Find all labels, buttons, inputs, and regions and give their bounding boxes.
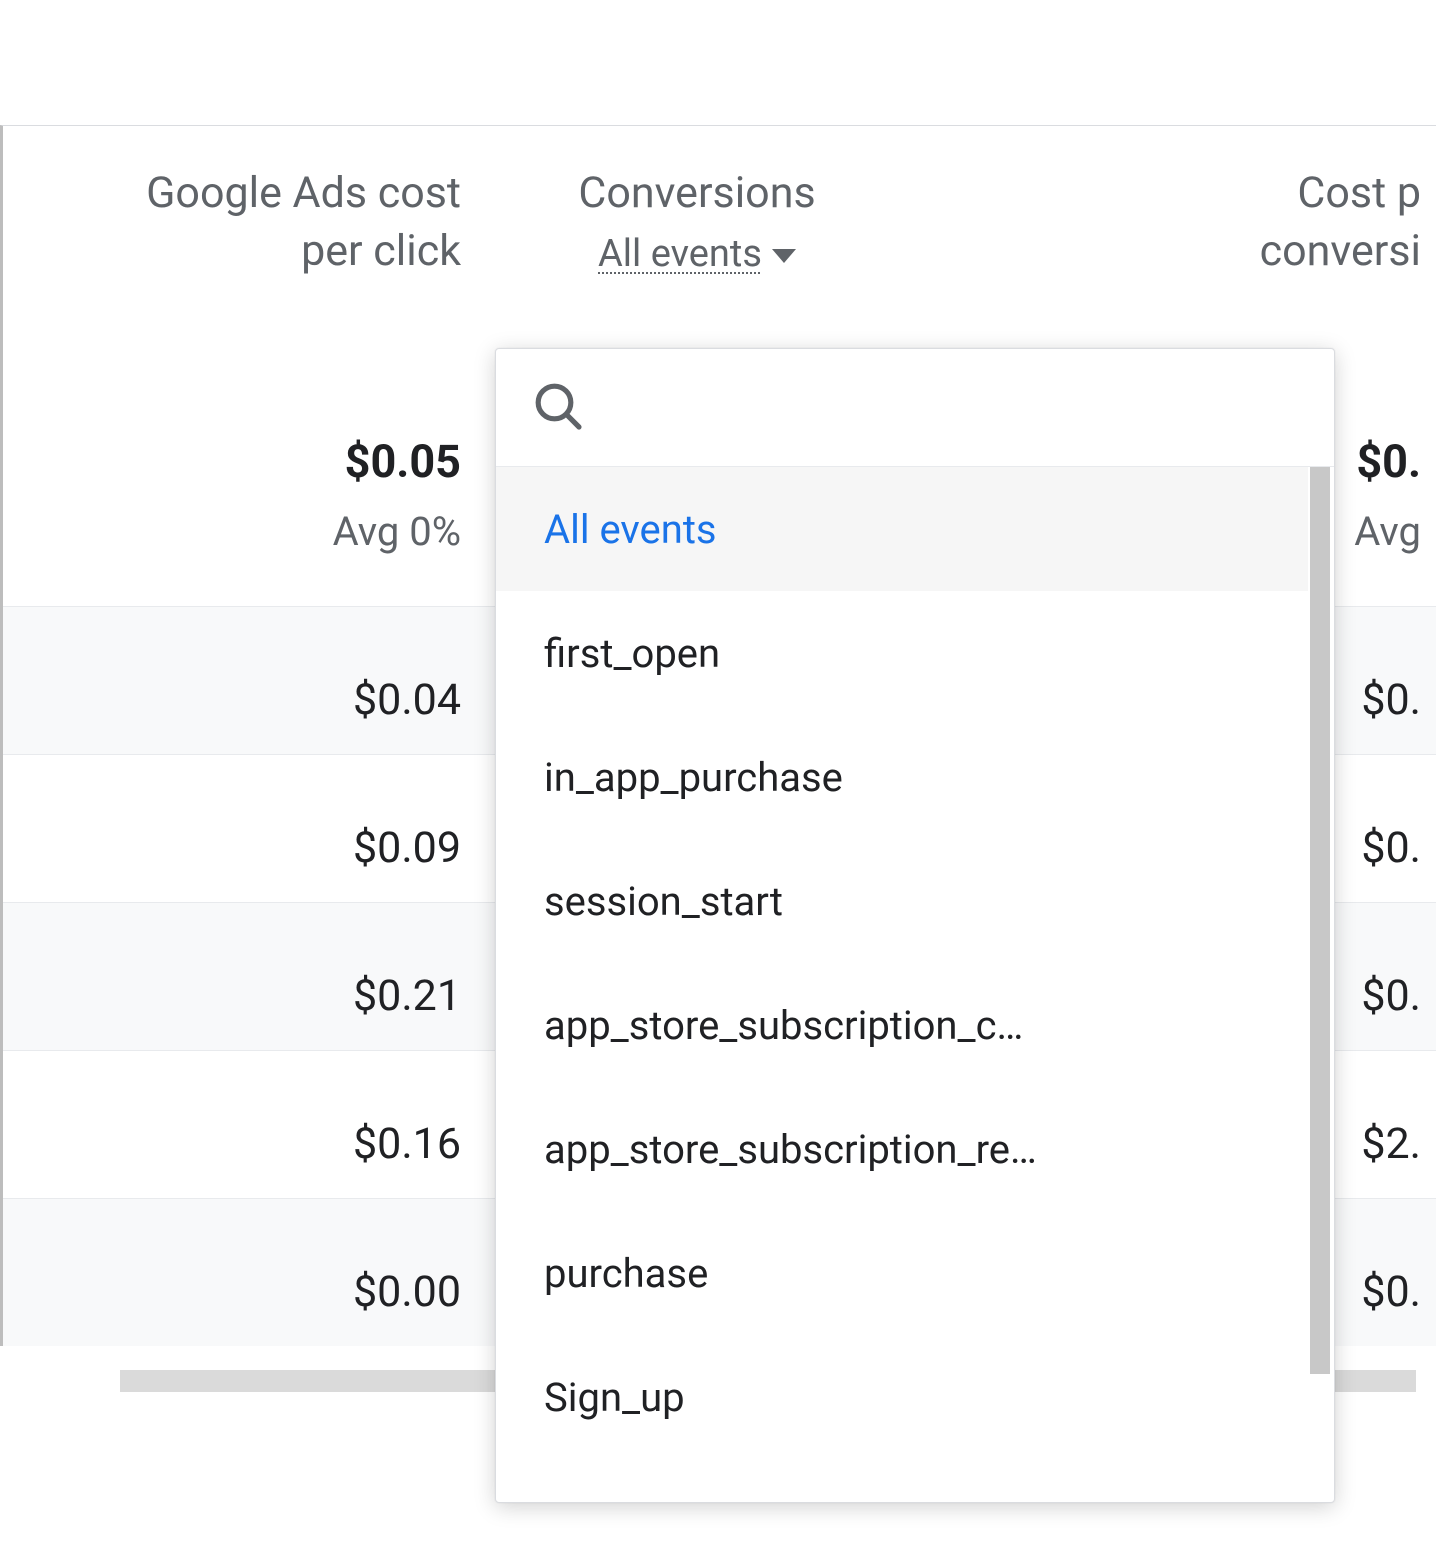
search-icon: [530, 378, 586, 438]
cell-cost-per-click: $0.09: [3, 785, 473, 873]
dropdown-option[interactable]: app_store_subscription_c…: [496, 963, 1308, 1087]
chevron-down-icon: [772, 249, 796, 263]
dropdown-scrollbar-track[interactable]: [1310, 467, 1330, 1498]
summary-value: $0.: [1356, 435, 1421, 488]
dropdown-option[interactable]: first_open: [496, 591, 1308, 715]
dropdown-option-label: first_open: [544, 630, 720, 677]
col-header-cost-per-conversion[interactable]: Cost p conversi: [933, 126, 1433, 346]
col-header-conversions[interactable]: Conversions All events: [473, 126, 933, 346]
col-header-label: Google Ads cost: [3, 164, 461, 222]
dropdown-option[interactable]: Sign_up: [496, 1335, 1308, 1459]
dropdown-option-label: app_store_subscription_c…: [544, 1002, 1023, 1049]
summary-sub: Avg 0%: [333, 508, 461, 555]
dropdown-option-label: All events: [544, 506, 717, 553]
dropdown-option[interactable]: session_start: [496, 839, 1308, 963]
dropdown-search-input[interactable]: [610, 386, 1300, 429]
dropdown-option-label: purchase: [544, 1250, 708, 1297]
dropdown-option[interactable]: app_store_subscription_re…: [496, 1087, 1308, 1211]
conversions-filter-dropdown: All events first_open in_app_purchasesessi…: [495, 348, 1335, 1503]
col-header-cost-per-click[interactable]: Google Ads cost per click: [3, 126, 473, 346]
dropdown-search-row: [496, 349, 1334, 467]
cell-cost-per-click: $0.00: [3, 1229, 473, 1317]
dropdown-options-container: All events first_open in_app_purchasesessi…: [496, 467, 1334, 1502]
dropdown-option[interactable]: All events: [496, 467, 1308, 591]
col-header-label: Cost p: [1253, 164, 1421, 222]
summary-cell-cost-per-click: $0.05 Avg 0%: [3, 346, 473, 606]
table-header-row: Google Ads cost per click Conversions Al…: [3, 126, 1436, 346]
dropdown-option[interactable]: in_app_purchase: [496, 715, 1308, 839]
dropdown-option[interactable]: purchase: [496, 1211, 1308, 1335]
summary-value: $0.05: [345, 435, 461, 488]
dropdown-option-label: in_app_purchase: [544, 754, 843, 801]
col-header-label: Conversions: [473, 164, 921, 222]
dropdown-scrollbar-thumb[interactable]: [1310, 467, 1330, 1374]
dropdown-option-label: session_start: [544, 878, 783, 925]
dropdown-option-label: app_store_subscription_re…: [544, 1126, 1037, 1173]
summary-sub: Avg: [1354, 508, 1421, 555]
cell-cost-per-click: $0.21: [3, 933, 473, 1021]
cell-cost-per-click: $0.16: [3, 1081, 473, 1169]
dropdown-option-label: Sign_up: [544, 1374, 685, 1421]
col-header-label: per click: [3, 222, 461, 280]
cell-cost-per-click: $0.04: [3, 637, 473, 725]
col-header-label: conversi: [1253, 222, 1421, 280]
conversions-filter-label: All events: [598, 232, 762, 276]
conversions-filter-trigger[interactable]: All events: [598, 232, 796, 276]
